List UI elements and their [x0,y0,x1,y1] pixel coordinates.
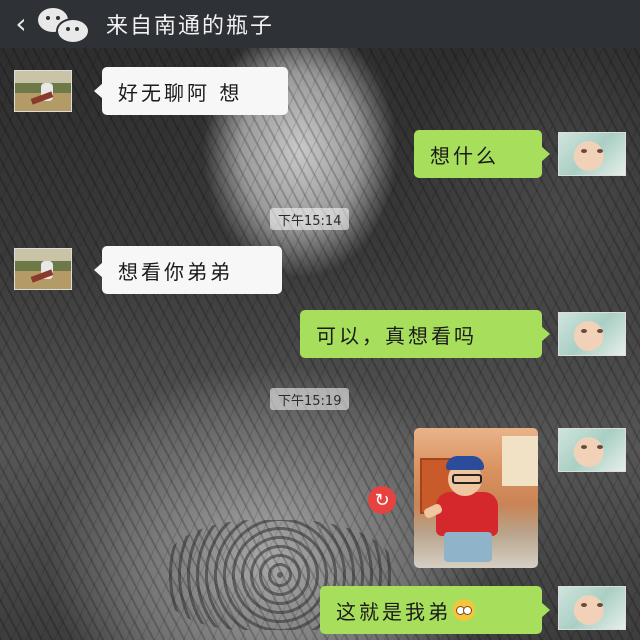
contact-avatar[interactable] [14,248,72,290]
message-bubble-outgoing[interactable]: 可以，真想看吗 [300,310,550,358]
chat-title: 来自南通的瓶子 [106,14,275,39]
message-bubble-incoming[interactable]: 想看你弟弟 [94,246,282,294]
contact-avatar[interactable] [14,70,72,112]
user-avatar[interactable] [558,428,626,472]
wechat-icon [36,4,90,44]
title-bar: ‹ 来自南通的瓶子 [0,0,640,48]
photo-message[interactable] [414,428,538,568]
user-avatar[interactable] [558,132,626,176]
message-bubble-incoming[interactable]: 好无聊阿 想 [94,67,288,115]
message-bubble-outgoing[interactable]: 这就是我弟 [320,586,550,634]
back-arrow-icon[interactable]: ‹ [6,0,36,48]
resend-icon[interactable]: ↻ [368,486,396,514]
timestamp: 下午15:19 [270,388,350,410]
timestamp: 下午15:14 [270,208,350,230]
user-avatar[interactable] [558,312,626,356]
chat-screen: ‹ 来自南通的瓶子 好无聊阿 想 想什么 下午15:14 想看你弟弟 可以，真想… [0,0,640,640]
message-text: 这就是我弟 [336,599,451,624]
surprised-emoji-icon [453,599,475,621]
user-avatar[interactable] [558,586,626,630]
message-bubble-outgoing[interactable]: 想什么 [414,130,550,178]
